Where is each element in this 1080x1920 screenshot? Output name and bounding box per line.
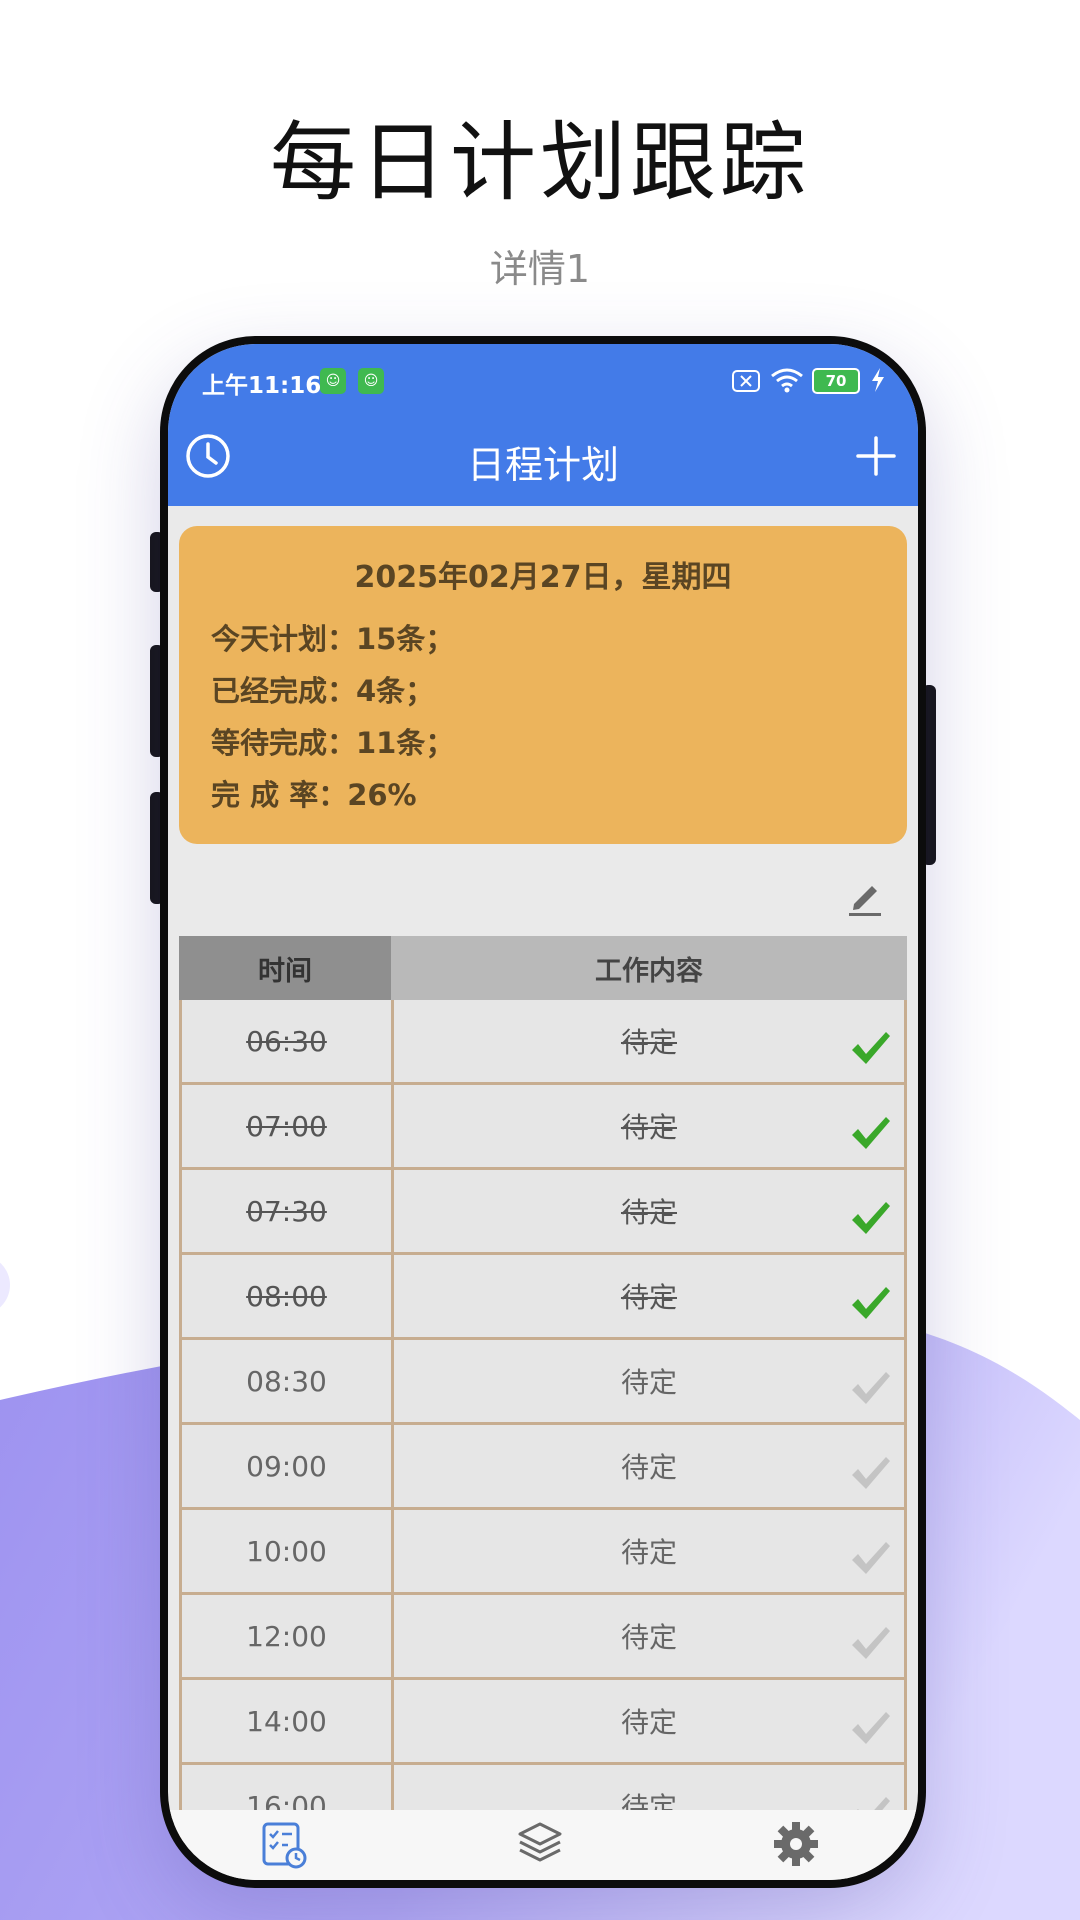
- header-time: 时间: [179, 936, 391, 1000]
- check-icon[interactable]: [850, 1198, 892, 1238]
- check-icon[interactable]: [850, 1708, 892, 1748]
- table-header: 时间 工作内容: [179, 936, 907, 1000]
- row-content-text: 待定: [620, 1196, 677, 1229]
- row-content: 待定: [394, 1000, 904, 1082]
- check-icon[interactable]: [850, 1028, 892, 1068]
- check-icon[interactable]: [850, 1623, 892, 1663]
- row-content-text: 待定: [620, 1111, 677, 1144]
- row-time: 10:00: [182, 1510, 394, 1592]
- table-row[interactable]: 10:00 待定: [179, 1510, 907, 1595]
- plus-icon[interactable]: [852, 432, 900, 480]
- row-time: 14:00: [182, 1680, 394, 1762]
- row-content: 待定: [394, 1340, 904, 1422]
- row-content: 待定: [394, 1255, 904, 1337]
- row-content: 待定: [394, 1510, 904, 1592]
- table-row[interactable]: 08:00 待定: [179, 1255, 907, 1340]
- row-time: 07:30: [182, 1170, 394, 1252]
- summary-date: 2025年02月27日，星期四: [354, 560, 732, 595]
- row-content: 待定: [394, 1595, 904, 1677]
- row-content: 待定: [394, 1425, 904, 1507]
- table-row[interactable]: 07:30 待定: [179, 1170, 907, 1255]
- phone-screen: 上午11:16 ☺ ☺ 70 日程计划 2025年02月27日，星期四 今天计划…: [168, 344, 918, 1880]
- row-content: 待定: [394, 1085, 904, 1167]
- summary-completed: 已经完成：4条；: [211, 674, 435, 708]
- promo-subtitle: 详情1: [489, 247, 591, 291]
- gear-icon[interactable]: [772, 1818, 820, 1874]
- row-time: 06:30: [182, 1000, 394, 1082]
- bottom-nav: [168, 1810, 918, 1880]
- table-row[interactable]: 06:30 待定: [179, 1000, 907, 1085]
- check-icon[interactable]: [850, 1283, 892, 1323]
- battery-indicator: 70: [812, 368, 860, 394]
- phone-frame: 上午11:16 ☺ ☺ 70 日程计划 2025年02月27日，星期四 今天计划…: [160, 336, 926, 1888]
- app-title: 日程计划: [466, 443, 619, 487]
- row-content: 待定: [394, 1170, 904, 1252]
- check-icon[interactable]: [850, 1538, 892, 1578]
- layers-icon[interactable]: [516, 1818, 564, 1874]
- no-sim-icon: [732, 370, 760, 392]
- summary-pending: 等待完成：11条；: [211, 726, 455, 760]
- summary-card: 2025年02月27日，星期四 今天计划：15条； 已经完成：4条； 等待完成：…: [179, 526, 907, 844]
- row-time: 08:30: [182, 1340, 394, 1422]
- edit-icon[interactable]: [846, 878, 884, 918]
- schedule-table: 时间 工作内容 06:30 待定 07:00 待定 07:30 待定 08:00 待定 08:3…: [179, 936, 907, 1850]
- check-icon[interactable]: [850, 1113, 892, 1153]
- row-content-text: 待定: [620, 1706, 677, 1739]
- table-body: 06:30 待定 07:00 待定 07:30 待定 08:00 待定 08:30 待定 09:00…: [179, 1000, 907, 1850]
- table-row[interactable]: 08:30 待定: [179, 1340, 907, 1425]
- status-time: 上午11:16: [202, 373, 322, 399]
- summary-today-plan: 今天计划：15条；: [211, 622, 455, 656]
- summary-rate: 完 成 率：26%: [211, 778, 417, 812]
- schedule-icon[interactable]: [260, 1818, 308, 1874]
- table-row[interactable]: 14:00 待定: [179, 1680, 907, 1765]
- row-content-text: 待定: [620, 1366, 677, 1399]
- row-time: 08:00: [182, 1255, 394, 1337]
- row-content-text: 待定: [620, 1026, 677, 1059]
- row-content-text: 待定: [620, 1281, 677, 1314]
- table-row[interactable]: 09:00 待定: [179, 1425, 907, 1510]
- row-time: 07:00: [182, 1085, 394, 1167]
- app-header: 上午11:16 ☺ ☺ 70 日程计划: [168, 344, 918, 506]
- table-row[interactable]: 07:00 待定: [179, 1085, 907, 1170]
- check-icon[interactable]: [850, 1368, 892, 1408]
- notification-app-icon: ☺: [320, 368, 346, 394]
- row-content-text: 待定: [620, 1536, 677, 1569]
- promo-title: 每日计划跟踪: [270, 113, 810, 213]
- row-content-text: 待定: [620, 1621, 677, 1654]
- notification-app-icon: ☺: [358, 368, 384, 394]
- charging-icon: [872, 368, 884, 392]
- row-content-text: 待定: [620, 1451, 677, 1484]
- row-time: 12:00: [182, 1595, 394, 1677]
- row-time: 09:00: [182, 1425, 394, 1507]
- wifi-icon: [771, 368, 803, 393]
- check-icon[interactable]: [850, 1453, 892, 1493]
- table-row[interactable]: 12:00 待定: [179, 1595, 907, 1680]
- row-content: 待定: [394, 1680, 904, 1762]
- header-content: 工作内容: [391, 936, 907, 1000]
